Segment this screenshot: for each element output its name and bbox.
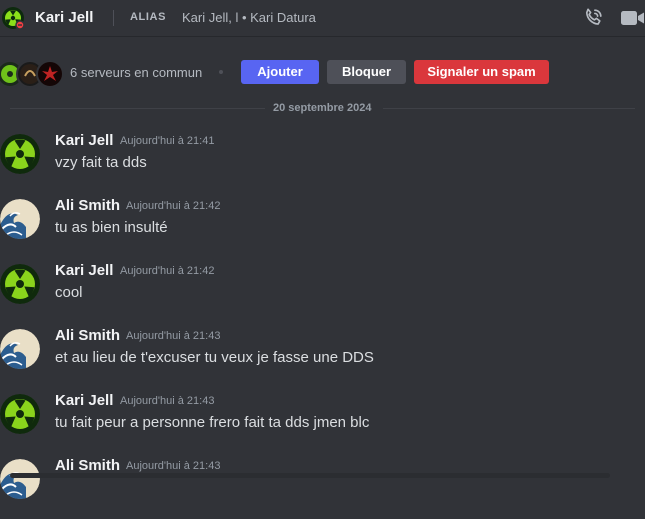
dm-header: Kari Jell ALIAS Kari Jell, l • Kari Datu… — [0, 0, 645, 37]
date-divider-line — [10, 108, 265, 109]
message-timestamp: Aujourd'hui à 21:43 — [120, 395, 215, 407]
radioactive-avatar-icon[interactable] — [0, 394, 40, 434]
message-item[interactable]: Kari Jell Aujourd'hui à 21:43 tu fait peur… — [0, 392, 645, 454]
user-avatar[interactable] — [2, 7, 24, 29]
server-icon — [36, 60, 64, 88]
message-text: vzy fait ta dds — [55, 154, 147, 171]
wave-avatar-icon[interactable] — [0, 459, 40, 499]
message-text: et au lieu de t'excuser tu veux je fasse… — [55, 349, 374, 366]
report-spam-button[interactable]: Signaler un spam — [414, 60, 549, 84]
mutual-server-icons[interactable] — [0, 60, 66, 88]
message-item[interactable]: Kari Jell Aujourd'hui à 21:41 vzy fait ta … — [0, 132, 645, 194]
wave-avatar-icon[interactable] — [0, 329, 40, 369]
message-timestamp: Aujourd'hui à 21:41 — [120, 135, 215, 147]
message-author[interactable]: Ali Smith — [55, 457, 120, 474]
message-author[interactable]: Kari Jell — [55, 262, 113, 279]
message-item[interactable]: Ali Smith Aujourd'hui à 21:43 et au lieu d… — [0, 327, 645, 389]
radioactive-avatar-icon[interactable] — [0, 264, 40, 304]
date-divider: 20 septembre 2024 — [273, 102, 372, 114]
message-timestamp: Aujourd'hui à 21:43 — [126, 330, 221, 342]
message-text: tu fait peur a personne frero fait ta dd… — [55, 414, 370, 431]
message-item[interactable]: Kari Jell Aujourd'hui à 21:42 cool — [0, 262, 645, 324]
message-timestamp: Aujourd'hui à 21:42 — [126, 200, 221, 212]
call-icon[interactable] — [582, 7, 604, 29]
message-author[interactable]: Ali Smith — [55, 327, 120, 344]
separator-dot — [219, 70, 223, 74]
message-timestamp: Aujourd'hui à 21:42 — [120, 265, 215, 277]
block-button[interactable]: Bloquer — [327, 60, 406, 84]
message-author[interactable]: Ali Smith — [55, 197, 120, 214]
header-divider — [113, 10, 114, 26]
add-friend-button[interactable]: Ajouter — [241, 60, 319, 84]
header-username: Kari Jell — [35, 9, 94, 26]
video-icon[interactable] — [620, 8, 645, 28]
horizontal-scrollbar[interactable] — [10, 473, 610, 478]
alias-label: ALIAS — [130, 11, 166, 23]
date-divider-line — [383, 108, 635, 109]
message-item[interactable]: Ali Smith Aujourd'hui à 21:43 — [0, 457, 645, 519]
wave-avatar-icon[interactable] — [0, 199, 40, 239]
message-author[interactable]: Kari Jell — [55, 392, 113, 409]
message-author[interactable]: Kari Jell — [55, 132, 113, 149]
message-timestamp: Aujourd'hui à 21:43 — [126, 460, 221, 472]
message-item[interactable]: Ali Smith Aujourd'hui à 21:42 tu as bien i… — [0, 197, 645, 259]
radioactive-avatar-icon[interactable] — [0, 134, 40, 174]
mutual-servers-count[interactable]: 6 serveurs en commun — [70, 65, 202, 80]
message-text: cool — [55, 284, 83, 301]
message-text: tu as bien insulté — [55, 219, 168, 236]
alias-value: Kari Jell, l • Kari Datura — [182, 10, 316, 25]
